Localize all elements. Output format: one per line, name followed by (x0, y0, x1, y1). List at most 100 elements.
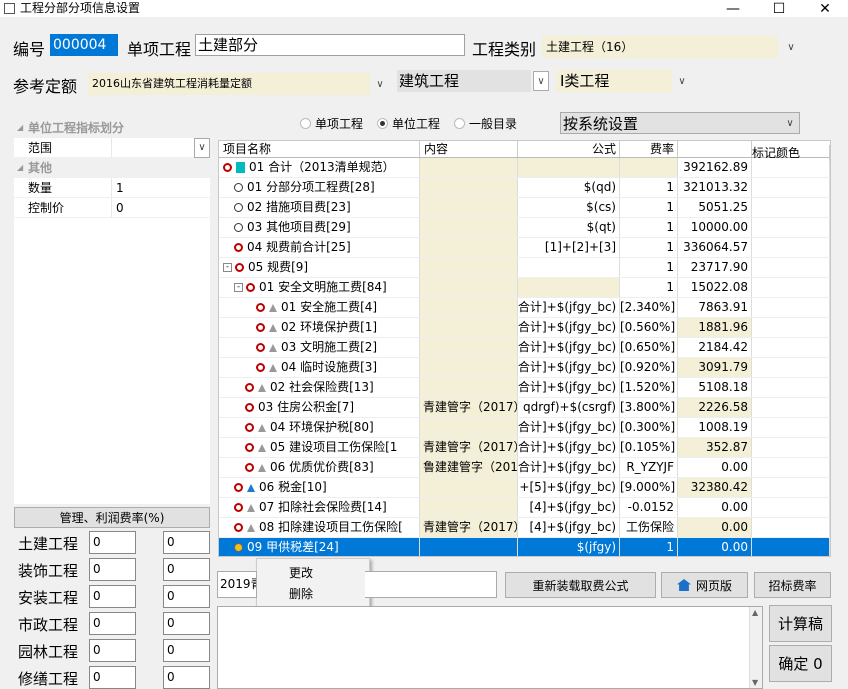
table-row[interactable]: 04 临时设施费[3] 合计]+$(jfgy_bc) [0.920%] 3091.79 (219, 358, 830, 378)
table-row[interactable]: 03 其他项目费[29] $(qt) 1 10000.00 (219, 218, 830, 238)
cell-formula[interactable]: $(jfgy) (518, 538, 620, 556)
table-row[interactable]: 08 扣除建设项目工伤保险[青建管字（2017） [4]+$(jfgy_bc) 工伤… (219, 518, 830, 538)
cell-content[interactable]: 青建管字（2017） (420, 518, 518, 537)
web-version-button[interactable]: 网页版 (661, 572, 748, 598)
cell-name[interactable]: 02 环境保护费[1] (219, 318, 420, 337)
ok-button[interactable]: 确定 0 (769, 645, 832, 682)
cell-amount[interactable]: 23717.90 (678, 258, 752, 277)
type-select[interactable]: 土建工程（16） (542, 36, 778, 58)
cell-formula[interactable]: [1]+[2]+[3] (518, 238, 620, 257)
cell-rate[interactable]: [0.105%] (620, 438, 678, 457)
cell-amount[interactable]: 352.87 (678, 438, 752, 457)
code-input[interactable]: 000004 (50, 34, 118, 56)
cell-name[interactable]: 09 甲供税差[24] (219, 538, 420, 556)
cell-formula[interactable] (518, 258, 620, 277)
profit-rate-input[interactable]: 0 (163, 639, 210, 662)
table-row[interactable]: 04 规费前合计[25] [1]+[2]+[3] 1 336064.57 (219, 238, 830, 258)
calculate-button[interactable]: 计算稿 (769, 605, 832, 642)
cell-amount[interactable]: 0.00 (678, 518, 752, 537)
cell-formula[interactable]: 合计]+$(jfgy_bc) (518, 318, 620, 337)
collapse-icon[interactable]: - (223, 263, 232, 272)
col-amount[interactable] (678, 141, 752, 157)
profit-rate-input[interactable]: 0 (163, 558, 210, 581)
cell-content[interactable]: 鲁建建管字（2019 (420, 458, 518, 477)
cell-amount[interactable]: 0.00 (678, 538, 752, 556)
cell-amount[interactable]: 1008.19 (678, 418, 752, 437)
radio-general-dir[interactable]: 一般目录 (454, 115, 517, 132)
cell-name[interactable]: 03 其他项目费[29] (219, 218, 420, 237)
cell-content[interactable] (420, 358, 518, 377)
cell-mark-color[interactable] (752, 498, 830, 517)
cell-name[interactable]: - 01 安全文明施工费[84] (219, 278, 420, 297)
chevron-down-icon[interactable]: ∨ (533, 71, 549, 91)
cell-content[interactable] (420, 418, 518, 437)
cell-name[interactable]: 03 住房公积金[7] (219, 398, 420, 417)
profit-rate-input[interactable]: 0 (163, 585, 210, 608)
cell-rate[interactable]: 1 (620, 238, 678, 257)
cell-formula[interactable]: 合计]+$(jfgy_bc) (518, 378, 620, 397)
cell-rate[interactable]: [0.650%] (620, 338, 678, 357)
cell-name[interactable]: 06 优质优价费[83] (219, 458, 420, 477)
cell-name[interactable]: 06 税金[10] (219, 478, 420, 497)
mgmt-rate-input[interactable]: 0 (89, 612, 136, 635)
menu-item-edit[interactable]: 更改 (289, 564, 313, 581)
col-mark-color[interactable]: 标记颜色 (752, 145, 830, 161)
cell-amount[interactable]: 0.00 (678, 498, 752, 517)
table-row[interactable]: 05 建设项目工伤保险[1 青建管字（2017） 合计]+$(jfgy_bc) [0.… (219, 438, 830, 458)
table-row[interactable]: 01 安全施工费[4] 合计]+$(jfgy_bc) [2.340%] 7863.91 (219, 298, 830, 318)
table-row[interactable]: 02 措施项目费[23] $(cs) 1 5051.25 (219, 198, 830, 218)
cell-formula[interactable] (518, 278, 620, 297)
cell-content[interactable] (420, 538, 518, 556)
prop-value[interactable]: 0 (112, 198, 210, 217)
description-area[interactable] (217, 606, 763, 689)
table-row[interactable]: 06 税金[10] +[5]+$(jfgy_bc) [9.000%] 32380.42 (219, 478, 830, 498)
table-row[interactable]: 03 住房公积金[7] 青建管字（2017） qdrgf)+$(csrgf) [3.8… (219, 398, 830, 418)
mgmt-rate-input[interactable]: 0 (89, 639, 136, 662)
cell-rate[interactable]: 1 (620, 538, 678, 556)
cell-amount[interactable]: 392162.89 (678, 158, 752, 177)
chevron-down-icon[interactable]: ∨ (194, 137, 210, 158)
minimize-button[interactable]: — (710, 0, 756, 17)
cell-rate[interactable]: [0.300%] (620, 418, 678, 437)
cell-mark-color[interactable] (752, 318, 830, 337)
table-row[interactable]: 01 合计（2013清单规范） 392162.89 (219, 158, 830, 178)
cell-mark-color[interactable] (752, 338, 830, 357)
cell-formula[interactable]: 合计]+$(jfgy_bc) (518, 458, 620, 477)
cell-mark-color[interactable] (752, 358, 830, 377)
cell-mark-color[interactable] (752, 418, 830, 437)
cell-mark-color[interactable] (752, 458, 830, 477)
cell-name[interactable]: 04 临时设施费[3] (219, 358, 420, 377)
cell-content[interactable] (420, 178, 518, 197)
prop-row-price[interactable]: 控制价 0 (14, 198, 210, 218)
col-content[interactable]: 内容 (420, 141, 518, 157)
table-row[interactable]: - 05 规费[9] 1 23717.90 (219, 258, 830, 278)
cell-name[interactable]: 04 环境保护税[80] (219, 418, 420, 437)
cell-content[interactable] (420, 298, 518, 317)
cell-formula[interactable]: 合计]+$(jfgy_bc) (518, 338, 620, 357)
profit-rate-input[interactable]: 0 (163, 612, 210, 635)
radio-single-project[interactable]: 单项工程 (300, 115, 363, 132)
prop-section-other[interactable]: ◢ 其他 (14, 158, 210, 178)
cell-formula[interactable]: $(cs) (518, 198, 620, 217)
cell-name[interactable]: 01 合计（2013清单规范） (219, 158, 420, 177)
chevron-down-icon[interactable]: ∨ (674, 71, 690, 91)
cell-rate[interactable]: 1 (620, 278, 678, 297)
cell-formula[interactable] (518, 158, 620, 177)
cell-rate[interactable]: [2.340%] (620, 298, 678, 317)
cell-name[interactable]: 04 规费前合计[25] (219, 238, 420, 257)
cell-name[interactable]: 08 扣除建设项目工伤保险[ (219, 518, 420, 537)
cell-mark-color[interactable] (752, 218, 830, 237)
cell-amount[interactable]: 10000.00 (678, 218, 752, 237)
cell-mark-color[interactable] (752, 378, 830, 397)
cell-amount[interactable]: 2226.58 (678, 398, 752, 417)
cell-amount[interactable]: 336064.57 (678, 238, 752, 257)
cell-mark-color[interactable] (752, 518, 830, 537)
cell-content[interactable] (420, 318, 518, 337)
cell-amount[interactable]: 5108.18 (678, 378, 752, 397)
cell-amount[interactable]: 1881.96 (678, 318, 752, 337)
cell-mark-color[interactable] (752, 278, 830, 297)
col-name[interactable]: 项目名称 (219, 141, 420, 157)
cell-content[interactable]: 青建管字（2017） (420, 398, 518, 417)
cell-name[interactable]: 01 安全施工费[4] (219, 298, 420, 317)
cell-amount[interactable]: 3091.79 (678, 358, 752, 377)
